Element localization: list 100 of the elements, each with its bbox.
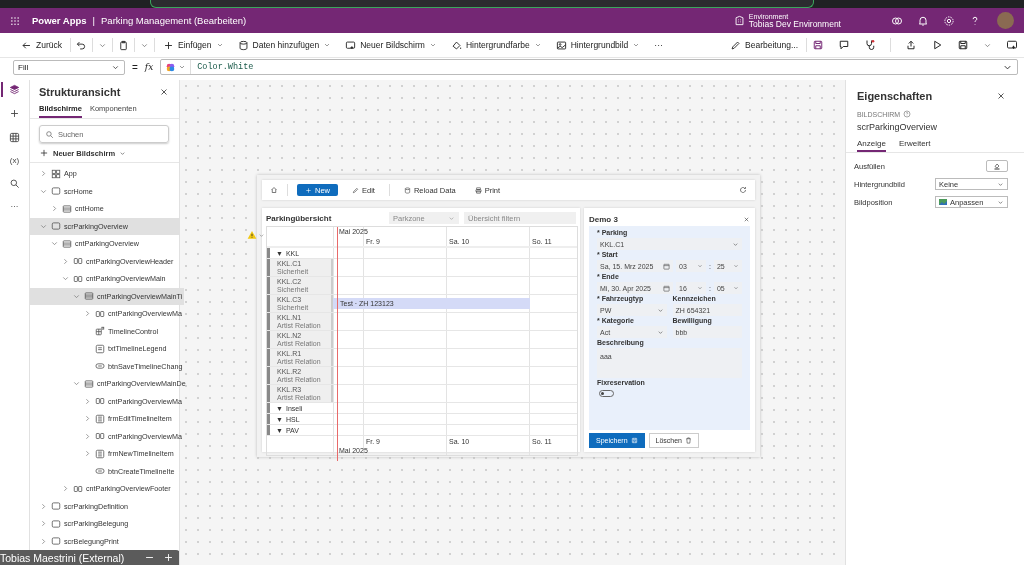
chevron-right-icon[interactable] (83, 414, 92, 424)
paint-bucket-icon (450, 39, 462, 51)
home-icon[interactable] (270, 186, 278, 194)
table-icon[interactable] (9, 132, 20, 143)
tree-view-icon[interactable] (9, 84, 20, 95)
share-icon[interactable] (905, 39, 917, 51)
clipboard-icon[interactable] (118, 39, 129, 51)
paint-bucket-icon (993, 162, 1001, 170)
screen-icon (51, 518, 61, 529)
trash-icon (685, 437, 692, 444)
form-icon (95, 448, 105, 459)
plus-icon[interactable] (9, 108, 20, 119)
property-dropdown[interactable]: Fill (13, 59, 125, 75)
toolbar-menu-button[interactable]: Neuer Bildschirm (342, 36, 440, 54)
pencil-icon (352, 186, 359, 194)
building-icon[interactable] (733, 15, 745, 26)
avatar[interactable] (997, 12, 1014, 29)
chevron-down-icon (428, 41, 437, 49)
screen-icon (51, 221, 61, 232)
close-icon[interactable] (159, 87, 169, 97)
chevron-right-icon[interactable] (61, 484, 70, 494)
plus-icon (163, 39, 174, 51)
chevron-down-icon (119, 149, 127, 157)
chevron-down-icon[interactable] (178, 63, 187, 71)
equals-sign: = (132, 61, 138, 73)
back-icon (21, 39, 32, 51)
toolbar-menu-button[interactable]: Einfügen (160, 36, 227, 54)
edit-status-button[interactable]: Bearbeitung... (727, 36, 801, 54)
database-icon (403, 186, 411, 194)
function-button[interactable]: fx (144, 62, 154, 72)
close-icon[interactable] (996, 91, 1006, 101)
screen-icon (51, 536, 61, 547)
formula-field[interactable]: Color.White (160, 59, 1018, 75)
more-button[interactable]: ··· (651, 36, 666, 54)
chevron-down-icon (632, 41, 641, 49)
selection-bar (0, 82, 3, 97)
chevron-right-icon[interactable] (83, 396, 92, 406)
chevron-down-icon (656, 306, 664, 314)
color-picker-button[interactable] (986, 160, 1008, 172)
chevron-right-icon[interactable] (39, 501, 48, 511)
chevron-down-icon[interactable] (258, 231, 265, 239)
calendar-icon (663, 262, 670, 270)
save-icon[interactable] (957, 39, 969, 51)
chevron-down-icon (997, 180, 1004, 188)
button-icon (95, 361, 105, 372)
tab[interactable]: Anzeige (857, 139, 886, 152)
comment-icon[interactable] (838, 39, 850, 51)
toolbar-menu-button[interactable]: Hintergrundfarbe (447, 36, 545, 54)
presence-name: Tobias Maestrini (External) (0, 551, 126, 564)
chevron-down-icon (697, 263, 703, 269)
screen-icon (345, 39, 357, 51)
back-button[interactable]: Zurück (18, 36, 65, 54)
panel-title: Strukturansicht (39, 86, 121, 98)
component-icon (95, 326, 105, 337)
refresh-icon[interactable] (739, 186, 747, 194)
plus-icon (305, 186, 312, 194)
settings-icon[interactable] (943, 14, 955, 27)
database-icon (237, 39, 249, 51)
undo-icon[interactable] (76, 39, 87, 51)
app-launcher-icon[interactable] (10, 15, 20, 26)
search-icon (45, 129, 54, 139)
chevron-down-icon (997, 198, 1004, 206)
vertical-container-icon (84, 291, 94, 302)
image-icon (555, 39, 567, 51)
toolbar-menu-button[interactable]: Hintergrundbild (552, 36, 644, 54)
chevron-down-icon (732, 285, 739, 291)
plus-icon (39, 148, 49, 158)
horizontal-container-icon (95, 308, 105, 319)
screen-icon (51, 186, 61, 197)
close-icon[interactable] (743, 215, 750, 223)
more-button[interactable]: ··· (10, 202, 19, 211)
warning-icon[interactable] (247, 230, 257, 240)
chevron-right-icon[interactable] (50, 204, 59, 214)
play-icon[interactable] (931, 39, 943, 51)
chevron-right-icon[interactable] (39, 536, 48, 546)
chevron-right-icon[interactable] (83, 309, 92, 319)
chevron-right-icon[interactable] (83, 431, 92, 441)
environment-name[interactable]: Tobias Dev Environment (748, 19, 841, 29)
calendar-icon (663, 284, 670, 292)
chevron-down-icon (732, 240, 739, 248)
tab[interactable]: Erweitert (898, 139, 931, 152)
text-label-icon (95, 343, 105, 354)
chevron-right-icon[interactable] (61, 256, 70, 266)
variables-button[interactable]: (x) (9, 156, 20, 165)
horizontal-container-icon (95, 431, 105, 442)
notification-icon[interactable] (917, 14, 929, 27)
horizontal-container-icon (73, 256, 83, 267)
chevron-right-icon[interactable] (83, 449, 92, 459)
toolbar-menu-button[interactable]: Daten hinzufügen (234, 36, 335, 54)
chevron-right-icon[interactable] (39, 169, 48, 179)
search-icon[interactable] (9, 178, 20, 189)
screen-icon (51, 501, 61, 512)
image-icon (939, 199, 947, 205)
chevron-right-icon[interactable] (39, 519, 48, 529)
printer-icon (474, 186, 482, 194)
horizontal-container-icon (73, 483, 83, 494)
app-name: Power Apps (32, 15, 87, 26)
separator: | (92, 15, 95, 26)
pencil-icon (730, 39, 742, 51)
app-title: Parking Management (Bearbeiten) (101, 15, 247, 26)
